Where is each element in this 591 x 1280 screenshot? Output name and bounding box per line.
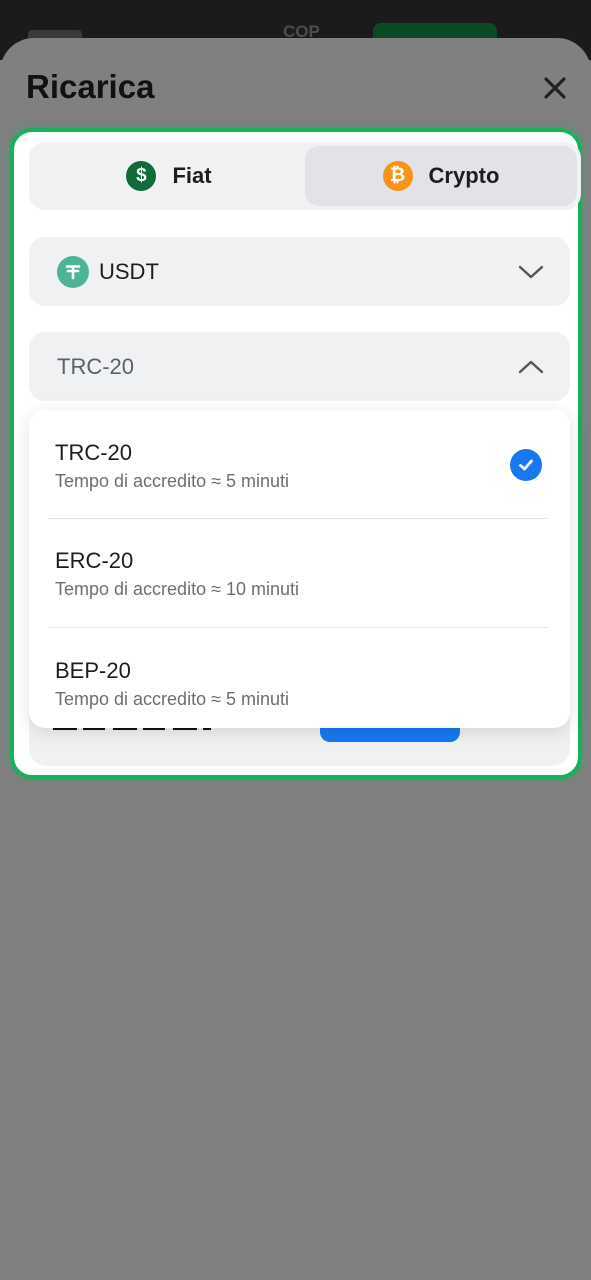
tab-crypto-label: Crypto bbox=[428, 163, 500, 188]
tab-fiat-label: Fiat bbox=[172, 163, 212, 188]
chevron-down-icon bbox=[518, 265, 544, 278]
close-icon bbox=[544, 77, 566, 99]
network-option-trc20[interactable]: TRC-20 Tempo di accredito ≈ 5 minuti bbox=[29, 410, 570, 518]
tab-crypto[interactable]: ₿ Crypto bbox=[305, 146, 577, 206]
network-option-bep20[interactable]: BEP-20 Tempo di accredito ≈ 5 minuti bbox=[29, 628, 570, 736]
bitcoin-coin-icon: ₿ bbox=[382, 161, 413, 191]
network-option-detail: Tempo di accredito ≈ 10 minuti bbox=[55, 579, 299, 599]
network-select[interactable]: TRC-20 bbox=[29, 332, 570, 401]
network-option-detail: Tempo di accredito ≈ 5 minuti bbox=[55, 689, 289, 709]
method-tabs: $ Fiat ₿ Crypto bbox=[29, 142, 581, 210]
tab-fiat[interactable]: $ Fiat bbox=[33, 146, 305, 206]
close-button[interactable] bbox=[536, 74, 574, 102]
deposit-card: $ Fiat ₿ Crypto USDT TRC-20 TRC-20 Tempo… bbox=[10, 128, 582, 779]
asset-select[interactable]: USDT bbox=[29, 237, 570, 306]
network-option-name: ERC-20 bbox=[55, 548, 134, 573]
network-select-value: TRC-20 bbox=[57, 353, 135, 379]
network-option-erc20[interactable]: ERC-20 Tempo di accredito ≈ 10 minuti bbox=[29, 518, 570, 626]
network-option-detail: Tempo di accredito ≈ 5 minuti bbox=[55, 471, 289, 491]
network-option-name: TRC-20 bbox=[55, 440, 133, 465]
network-option-name: BEP-20 bbox=[55, 658, 131, 683]
checkmark-icon bbox=[510, 449, 542, 481]
chevron-up-icon bbox=[518, 360, 544, 373]
dollar-coin-icon: $ bbox=[126, 161, 157, 191]
network-dropdown: TRC-20 Tempo di accredito ≈ 5 minuti ERC… bbox=[29, 410, 570, 728]
tether-icon bbox=[57, 255, 89, 288]
sheet-title: Ricarica bbox=[26, 68, 155, 105]
asset-select-value: USDT bbox=[99, 258, 159, 284]
